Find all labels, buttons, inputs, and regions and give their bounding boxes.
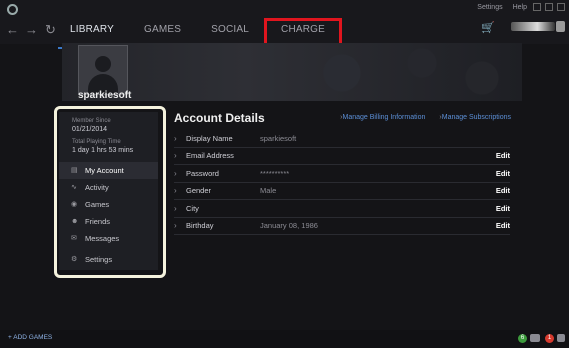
sidebar-item-label: Friends — [85, 217, 111, 226]
row-value: Male — [260, 186, 277, 196]
user-menu-icon[interactable] — [556, 21, 565, 32]
red-badge[interactable]: 1 — [545, 334, 554, 343]
sidebar-item-label: Games — [85, 200, 110, 209]
sidebar-item-friends[interactable]: ☻ Friends — [59, 213, 158, 230]
row-label: Password — [186, 168, 219, 178]
gear-icon: ⚙ — [71, 255, 78, 263]
member-since-value: 01/21/2014 — [72, 126, 108, 133]
playtime-label: Total Playing Time — [72, 139, 121, 145]
sidebar-item-settings[interactable]: ⚙ Settings — [59, 251, 158, 268]
account-row-gender[interactable]: › Gender Male Edit — [174, 183, 510, 200]
playtime-value: 1 day 1 hrs 53 mins — [72, 147, 134, 154]
back-arrow-icon[interactable]: ← — [6, 22, 19, 38]
top-links: Settings Help — [477, 4, 527, 11]
edit-button[interactable]: Edit — [490, 151, 510, 160]
edit-button[interactable]: Edit — [490, 186, 510, 195]
sidebar-menu: ▤ My Account ∿ Activity ◉ Games ☻ Friend… — [59, 162, 158, 268]
edit-button[interactable]: Edit — [490, 169, 510, 178]
minimize-icon[interactable] — [533, 3, 541, 11]
sidebar-item-my-account[interactable]: ▤ My Account — [59, 162, 158, 179]
bottom-bar: + ADD GAMES 6 1 — [0, 330, 569, 348]
close-icon[interactable] — [557, 3, 565, 11]
account-row-password[interactable]: › Password ********** Edit — [174, 165, 510, 183]
avatar-head-shape — [95, 56, 111, 72]
sidebar-item-label: Settings — [85, 255, 113, 264]
account-row-birthday[interactable]: › Birthday January 08, 1986 Edit — [174, 218, 510, 235]
user-status-bar[interactable] — [511, 22, 555, 31]
gamepad-icon: ◉ — [71, 200, 78, 208]
forward-arrow-icon[interactable]: → — [25, 22, 38, 38]
row-value: ********** — [260, 168, 290, 178]
green-badge[interactable]: 6 — [518, 334, 527, 343]
messages-icon: ✉ — [71, 234, 77, 242]
chevron-right-icon: › — [174, 133, 177, 143]
chevron-right-icon: › — [174, 186, 177, 196]
row-value: sparkiesoft — [260, 133, 297, 143]
account-icon: ▤ — [71, 166, 78, 174]
manage-subscriptions-link[interactable]: Manage Subscriptions — [439, 114, 511, 121]
account-sidebar: Member Since 01/21/2014 Total Playing Ti… — [59, 112, 158, 270]
row-label: City — [186, 203, 199, 213]
row-label: Email Address — [186, 151, 234, 161]
maximize-icon[interactable] — [545, 3, 553, 11]
account-details-list: › Display Name sparkiesoft › Email Addre… — [174, 130, 510, 235]
account-links: Manage Billing Information Manage Subscr… — [340, 114, 512, 121]
edit-button[interactable]: Edit — [490, 204, 510, 213]
sidebar-item-games[interactable]: ◉ Games — [59, 196, 158, 213]
sidebar-item-activity[interactable]: ∿ Activity — [59, 179, 158, 196]
chat-icon[interactable] — [530, 334, 540, 342]
account-row-display-name[interactable]: › Display Name sparkiesoft — [174, 130, 510, 148]
friends-icon: ☻ — [71, 217, 79, 225]
expand-icon[interactable] — [557, 334, 565, 342]
edit-button[interactable]: Edit — [490, 221, 510, 230]
account-row-email[interactable]: › Email Address Edit — [174, 148, 510, 165]
row-value: January 08, 1986 — [260, 221, 318, 231]
avatar[interactable] — [78, 45, 128, 95]
row-label: Gender — [186, 186, 212, 196]
add-games-button[interactable]: + ADD GAMES — [8, 334, 52, 341]
cart-icon[interactable]: 🛒 — [481, 21, 495, 34]
app-logo-icon — [7, 4, 18, 15]
sidebar-item-messages[interactable]: ✉ Messages — [59, 230, 158, 247]
chevron-right-icon: › — [174, 203, 177, 213]
add-games-label: ADD GAMES — [13, 334, 53, 341]
settings-link[interactable]: Settings — [477, 4, 502, 11]
chevron-right-icon: › — [174, 151, 177, 161]
sidebar-item-label: My Account — [85, 166, 124, 175]
help-link[interactable]: Help — [513, 4, 527, 11]
profile-username: sparkiesoft — [78, 90, 132, 101]
account-row-city[interactable]: › City Edit — [174, 200, 510, 218]
nav-arrows: ← → ↻ — [6, 22, 57, 38]
sidebar-item-label: Activity — [85, 183, 109, 192]
row-label: Display Name — [186, 133, 233, 143]
manage-billing-link[interactable]: Manage Billing Information — [340, 114, 426, 121]
chevron-right-icon: › — [174, 168, 177, 178]
window-controls — [533, 3, 565, 11]
sidebar-item-label: Messages — [85, 234, 120, 243]
row-label: Birthday — [186, 221, 214, 231]
member-since-label: Member Since — [72, 118, 111, 124]
refresh-icon[interactable]: ↻ — [44, 22, 57, 38]
activity-icon: ∿ — [71, 183, 77, 191]
page-title: Account Details — [174, 111, 265, 125]
chevron-right-icon: › — [174, 221, 177, 231]
